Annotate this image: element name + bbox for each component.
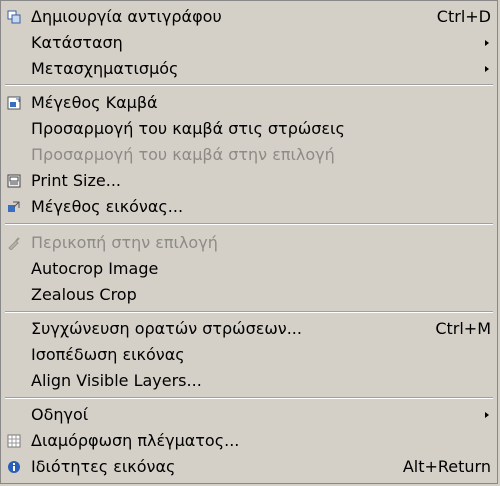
menu-item-label: Προσαρμογή του καμβά στην επιλογή (31, 145, 335, 164)
menu-separator (5, 311, 493, 313)
scale-image-icon (7, 200, 21, 214)
menu-item-canvas-size[interactable]: Μέγεθος Καμβά (1, 90, 497, 116)
menu-item-label: Μέγεθος Καμβά (31, 93, 158, 112)
canvas-size-icon (7, 96, 21, 110)
menu-item-print-size[interactable]: Print Size... (1, 168, 497, 194)
crop-icon (7, 236, 21, 250)
menu-item-label: Περικοπή στην επιλογή (31, 233, 218, 252)
menu-item-label: Προσαρμογή του καμβά στις στρώσεις (31, 119, 345, 138)
menu-item-zealous-crop[interactable]: Zealous Crop (1, 282, 497, 308)
info-icon (7, 460, 21, 474)
submenu-arrow-icon (485, 66, 489, 72)
menu-item-label: Διαμόρφωση πλέγματος... (31, 431, 240, 450)
menu-item-label: Ισοπέδωση εικόνας (31, 345, 185, 364)
menu-item-merge-visible[interactable]: Συγχώνευση ορατών στρώσεων... Ctrl+M (1, 316, 497, 342)
menu-item-align-layers[interactable]: Align Visible Layers... (1, 368, 497, 394)
menu-item-transform[interactable]: Μετασχηματισμός (1, 56, 497, 82)
menu-item-accelerator: Ctrl+M (435, 319, 491, 338)
menu-item-label: Δημιουργία αντιγράφου (31, 7, 222, 26)
menu-item-flatten[interactable]: Ισοπέδωση εικόνας (1, 342, 497, 368)
menu-item-image-properties[interactable]: Ιδιότητες εικόνας Alt+Return (1, 454, 497, 480)
duplicate-icon (7, 10, 21, 24)
menu-item-duplicate[interactable]: Δημιουργία αντιγράφου Ctrl+D (1, 4, 497, 30)
menu-item-label: Κατάσταση (31, 33, 123, 52)
menu-item-autocrop[interactable]: Autocrop Image (1, 256, 497, 282)
menu-item-label: Align Visible Layers... (31, 371, 202, 390)
menu-item-label: Μέγεθος εικόνας... (31, 197, 184, 216)
menu-item-label: Zealous Crop (31, 285, 137, 304)
menu-item-fit-canvas-layers[interactable]: Προσαρμογή του καμβά στις στρώσεις (1, 116, 497, 142)
menu-item-accelerator: Alt+Return (402, 457, 491, 476)
print-size-icon (7, 174, 21, 188)
submenu-arrow-icon (485, 412, 489, 418)
menu-separator (5, 84, 493, 86)
menu-item-configure-grid[interactable]: Διαμόρφωση πλέγματος... (1, 428, 497, 454)
menu-item-label: Συγχώνευση ορατών στρώσεων... (31, 319, 302, 338)
menu-item-fit-canvas-selection[interactable]: Προσαρμογή του καμβά στην επιλογή (1, 142, 497, 168)
submenu-arrow-icon (485, 40, 489, 46)
menu-item-label: Autocrop Image (31, 259, 159, 278)
menu-item-label: Print Size... (31, 171, 121, 190)
menu-item-crop-to-selection[interactable]: Περικοπή στην επιλογή (1, 230, 497, 256)
menu-separator (5, 223, 493, 225)
menu-separator (5, 397, 493, 399)
grid-icon (7, 434, 21, 448)
menu-item-accelerator: Ctrl+D (436, 7, 491, 26)
menu-item-mode[interactable]: Κατάσταση (1, 30, 497, 56)
menu-item-label: Ιδιότητες εικόνας (31, 457, 176, 476)
menu-item-label: Μετασχηματισμός (31, 59, 179, 78)
menu-item-scale-image[interactable]: Μέγεθος εικόνας... (1, 194, 497, 220)
image-menu: Δημιουργία αντιγράφου Ctrl+D Κατάσταση Μ… (0, 0, 498, 484)
menu-item-guides[interactable]: Οδηγοί (1, 402, 497, 428)
menu-item-label: Οδηγοί (31, 405, 89, 424)
